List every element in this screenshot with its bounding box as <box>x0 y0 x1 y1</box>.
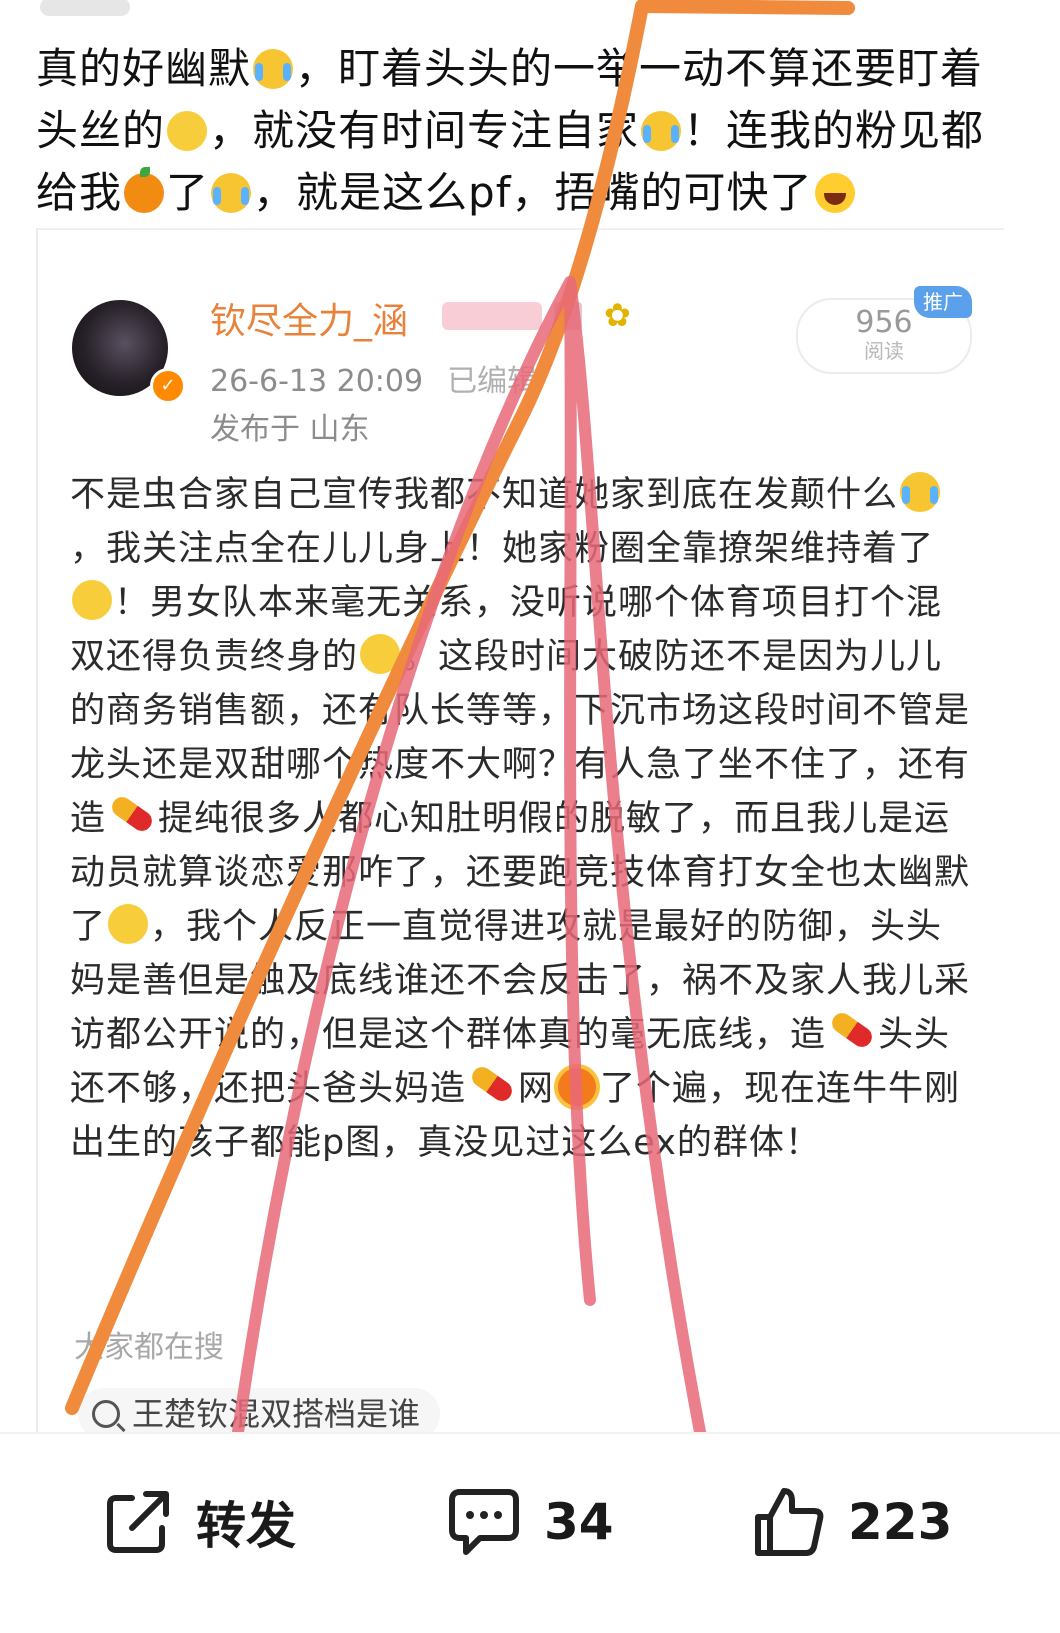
post-timestamp: 26-6-13 20:09 已编辑 <box>210 356 537 400</box>
thumbs-up-icon <box>755 1488 824 1556</box>
comment-count: 34 <box>544 1493 614 1551</box>
user-level-badge <box>442 302 542 330</box>
body-text: 网 <box>518 1069 555 1109</box>
rolling-eyes-icon <box>72 580 112 620</box>
post-text-segment: 头丝的 <box>36 106 166 155</box>
pill-icon <box>828 1009 876 1051</box>
share-button[interactable]: 转发 <box>102 1484 296 1560</box>
like-button[interactable]: 223 <box>752 1484 952 1560</box>
grinning-icon <box>814 173 855 213</box>
orange-icon <box>124 167 165 213</box>
post-text-segment: ！连我的粉见都 <box>683 106 985 155</box>
search-icon <box>92 1400 120 1428</box>
verified-badge-icon: ✓ <box>150 368 186 404</box>
reads-label: 阅读 <box>864 339 904 363</box>
post-text: 真的好幽默 ，盯着头头的一举一动不算还要盯着 头丝的 ，就没有时间专注自家 ！连我的粉… <box>36 38 1026 224</box>
post-text-segment: ，盯着头头的一举一动不算还要盯着 <box>295 44 984 93</box>
pill-icon <box>108 793 156 835</box>
post-text-segment: ，就没有时间专注自家 <box>209 106 640 155</box>
edited-label: 已编辑 <box>447 364 538 399</box>
body-text: 不是虫合家自己宣传我都不知道她家到底在发颠什么 <box>70 475 899 515</box>
quoted-post-card[interactable]: ✓ 钦尽全力_涵 ✿ 26-6-13 20:09 已编辑 发布于 山东 956 阅… <box>36 228 1004 1440</box>
avatar <box>40 0 130 16</box>
tears-of-joy-icon <box>900 472 941 512</box>
explosion-icon <box>558 1068 597 1106</box>
rolling-eyes-icon <box>108 904 149 944</box>
post-text-segment: 了 <box>166 168 210 217</box>
rolling-eyes-icon <box>360 634 401 674</box>
username[interactable]: 钦尽全力_涵 <box>210 292 408 344</box>
pill-icon <box>468 1063 516 1105</box>
search-query-text: 王楚钦混双搭档是谁 <box>132 1395 421 1433</box>
share-label: 转发 <box>196 1497 296 1555</box>
tears-of-joy-icon <box>641 111 682 151</box>
trending-search-header: 大家都在搜 <box>74 1330 224 1365</box>
promote-button[interactable]: 推广 <box>914 286 972 318</box>
tears-of-joy-icon <box>253 49 294 89</box>
post-text-segment: 真的好幽默 <box>36 44 252 93</box>
post-text-segment: 的可快了 <box>640 168 813 217</box>
like-count: 223 <box>848 1493 953 1551</box>
rolling-eyes-icon <box>167 111 208 151</box>
body-text: ，我个人反正一直觉得进攻就是最好的防御，头头妈是善但是触及底线谁还不会反击了，祸… <box>70 907 971 1055</box>
previous-post-meta <box>40 0 900 18</box>
share-icon <box>107 1491 169 1553</box>
post-location: 发布于 山东 <box>210 412 370 447</box>
sunflower-icon: ✿ <box>604 296 631 334</box>
post-text-segment: ，就是这么pf，捂嘴 <box>253 168 641 217</box>
action-bar: 转发 34 223 <box>0 1432 1060 1633</box>
post-text-segment: 给我 <box>36 168 123 217</box>
comment-button[interactable]: 34 <box>446 1484 614 1560</box>
comment-icon <box>449 1489 519 1555</box>
fan-badge-icon <box>554 302 582 330</box>
quoted-post-body: 不是虫合家自己宣传我都不知道她家到底在发颠什么 ，我关注点全在儿儿身上！她家粉圈全… <box>70 468 970 1170</box>
tears-of-joy-icon <box>211 173 252 213</box>
body-text: ，我关注点全在儿儿身上！她家粉圈全靠撩架维持着了 <box>70 529 935 569</box>
timestamp-text: 26-6-13 20:09 <box>210 364 424 399</box>
